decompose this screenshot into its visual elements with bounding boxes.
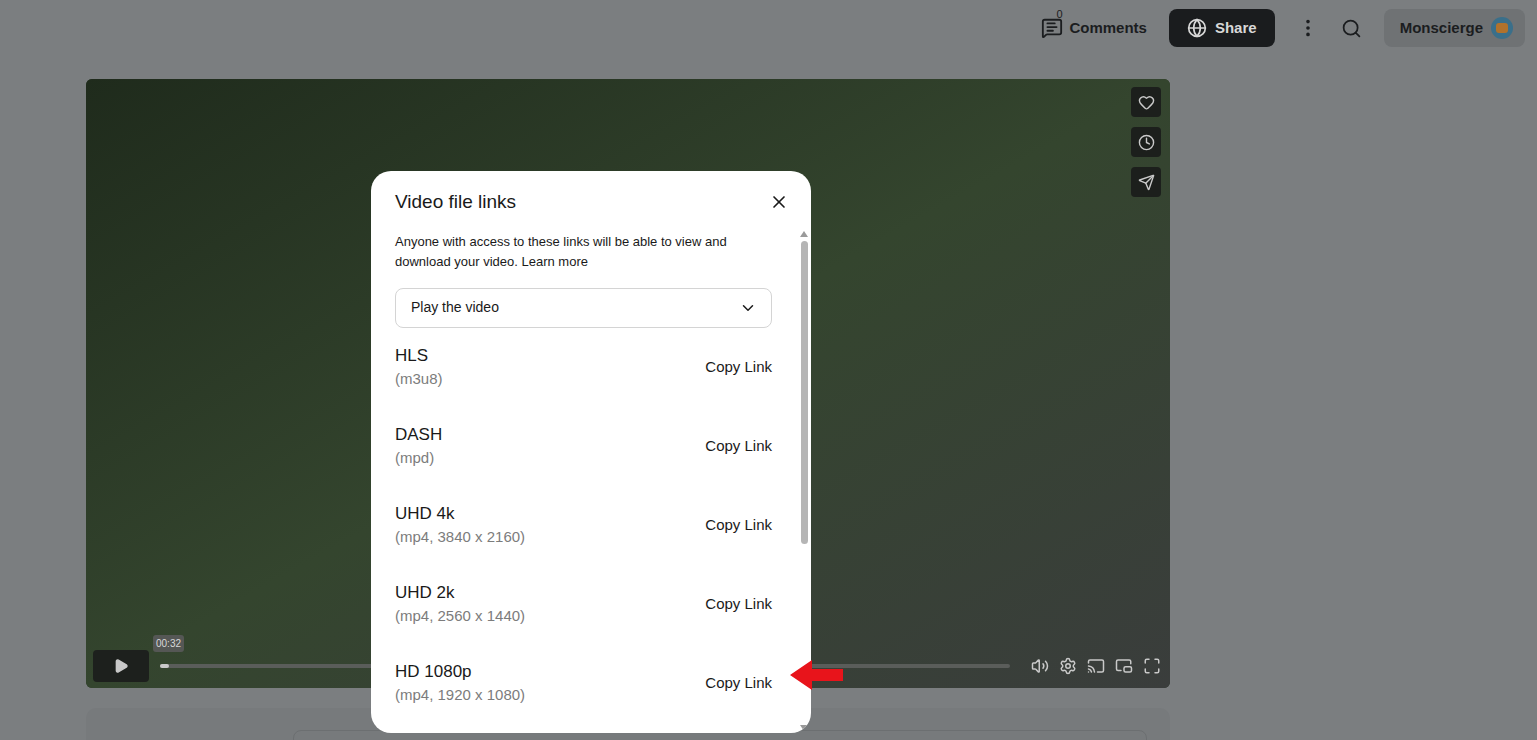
link-format: (mpd) <box>395 447 442 469</box>
dialog-description: Anyone with access to these links will b… <box>395 232 772 272</box>
link-row: UHD 2k(mp4, 2560 x 1440) Copy Link <box>395 565 772 644</box>
action-select[interactable]: Play the video <box>395 288 772 328</box>
link-name: HD 1080p <box>395 660 525 684</box>
top-bar: 0Comments Share Monscierge <box>0 0 1537 56</box>
search-icon[interactable] <box>1341 18 1362 39</box>
copy-link-button[interactable]: Copy Link <box>705 593 772 616</box>
link-format: (mp4, 1920 x 1080) <box>395 684 525 706</box>
link-format: (m3u8) <box>395 368 443 390</box>
video-links-dialog: Video file links Anyone with access to th… <box>371 171 811 733</box>
comments-count: 0 <box>1056 9 1062 20</box>
send-icon <box>1138 174 1155 191</box>
gear-icon[interactable] <box>1059 657 1077 675</box>
copy-link-button[interactable]: Copy Link <box>705 514 772 537</box>
copy-link-button[interactable]: Copy Link <box>705 435 772 458</box>
share-button[interactable]: Share <box>1169 9 1275 47</box>
play-icon <box>113 658 129 674</box>
link-format: (mp4, 3840 x 2160) <box>395 526 525 548</box>
play-button[interactable] <box>93 650 149 682</box>
link-format: (mp4, 2560 x 1440) <box>395 605 525 627</box>
link-name: UHD 4k <box>395 502 525 526</box>
cast-icon[interactable] <box>1087 657 1105 675</box>
send-button[interactable] <box>1131 167 1161 197</box>
link-row: HLS(m3u8) Copy Link <box>395 328 772 407</box>
learn-more-link[interactable]: Learn more <box>521 254 587 269</box>
clock-button[interactable] <box>1131 127 1161 157</box>
link-name: UHD 2k <box>395 581 525 605</box>
avatar-icon <box>1491 17 1513 39</box>
page: 0Comments Share Monscierge 00:32 Video file … <box>0 0 1537 740</box>
dialog-title: Video file links <box>395 188 516 217</box>
chevron-down-icon <box>739 299 757 317</box>
link-row: HD 1080p(mp4, 1920 x 1080) Copy Link <box>395 644 772 723</box>
volume-icon[interactable] <box>1031 657 1049 675</box>
link-row: DASH(mpd) Copy Link <box>395 407 772 486</box>
link-list: HLS(m3u8)Copy LinkDASH(mpd)Copy LinkUHD … <box>395 328 772 723</box>
more-icon[interactable] <box>1297 17 1319 39</box>
link-name: HLS <box>395 344 443 368</box>
heart-icon <box>1138 94 1155 111</box>
comments-button[interactable]: 0Comments <box>1041 17 1147 40</box>
clock-icon <box>1138 134 1155 151</box>
scrollbar[interactable] <box>797 230 811 734</box>
time-tooltip: 00:32 <box>153 635 184 652</box>
scroll-up-icon[interactable] <box>800 231 808 237</box>
user-menu[interactable]: Monscierge <box>1384 9 1525 47</box>
copy-link-button[interactable]: Copy Link <box>705 356 772 379</box>
copy-link-button[interactable]: Copy Link <box>705 672 772 695</box>
globe-icon <box>1187 18 1207 38</box>
fullscreen-icon[interactable] <box>1143 657 1161 675</box>
pip-icon[interactable] <box>1115 657 1133 675</box>
heart-button[interactable] <box>1131 87 1161 117</box>
red-arrow-icon <box>790 660 844 690</box>
comments-icon <box>1041 17 1063 39</box>
link-row: UHD 4k(mp4, 3840 x 2160) Copy Link <box>395 486 772 565</box>
close-icon[interactable] <box>769 192 789 212</box>
link-name: DASH <box>395 423 442 447</box>
